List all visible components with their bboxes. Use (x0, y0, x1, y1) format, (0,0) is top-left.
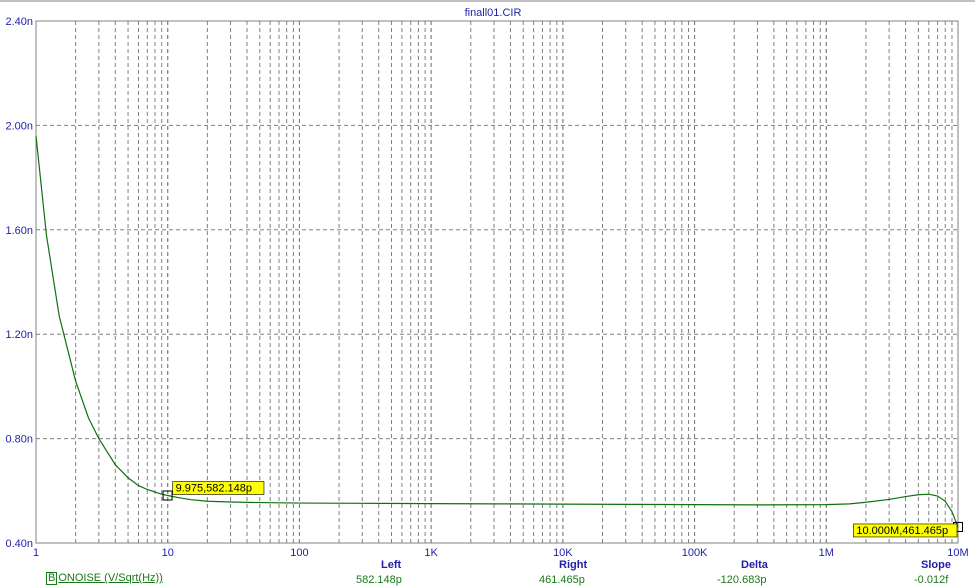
x-tick-label: 1M (819, 547, 834, 559)
legend-trace-marker: B (46, 572, 58, 585)
y-tick-label: 2.00n (5, 120, 33, 132)
cursor-label: 10.000M,461.465p (856, 525, 948, 537)
x-tick-label: 100 (290, 547, 308, 559)
delta-readout-value: -120.683p (717, 574, 767, 586)
y-tick-label: 1.60n (5, 225, 33, 237)
x-tick-label: 10K (553, 547, 573, 559)
plot-window: finall01.CIR 0.40n 0.80n 1.20n 1.60n 2.00n 2.… (0, 0, 975, 587)
y-tick-label: 1.20n (5, 329, 33, 341)
trace[interactable] (35, 135, 959, 528)
grid (36, 21, 958, 543)
trace-legend[interactable]: B ONOISE (V/Sqrt(Hz)) (46, 572, 163, 585)
delta-readout-header: Delta (741, 559, 768, 571)
x-tick-label: 1K (424, 547, 438, 559)
y-tick-label: 0.80n (5, 434, 33, 446)
noise-plot[interactable]: finall01.CIR 0.40n 0.80n 1.20n 1.60n 2.00n 2.… (0, 0, 975, 587)
right-readout-value: 461.465p (539, 574, 585, 586)
y-axis-labels: 0.40n 0.80n 1.20n 1.60n 2.00n 2.40n (5, 16, 33, 550)
slope-readout-value: -0.012f (914, 574, 949, 586)
plot-title: finall01.CIR (465, 7, 522, 19)
slope-readout-header: Slope (921, 559, 951, 571)
x-tick-label: 10M (947, 547, 968, 559)
right-cursor[interactable]: 10.000M,461.465p (853, 521, 963, 538)
left-readout-value: 582.148p (356, 574, 402, 586)
right-readout-header: Right (559, 559, 588, 571)
legend-trace-label[interactable]: ONOISE (V/Sqrt(Hz)) (58, 572, 163, 584)
y-tick-label: 2.40n (5, 16, 33, 28)
x-tick-label: 10 (162, 547, 174, 559)
x-tick-label: 100K (682, 547, 708, 559)
left-readout-header: Left (381, 559, 402, 571)
onoise-trace[interactable] (35, 135, 959, 528)
y-tick-label: 0.40n (5, 538, 33, 550)
plot-frame (35, 20, 959, 544)
x-tick-label: 1 (33, 547, 39, 559)
cursor-label: 9.975,582.148p (176, 483, 252, 495)
x-axis-labels: 1 10 100 1K 10K 100K 1M 10M (33, 547, 969, 559)
